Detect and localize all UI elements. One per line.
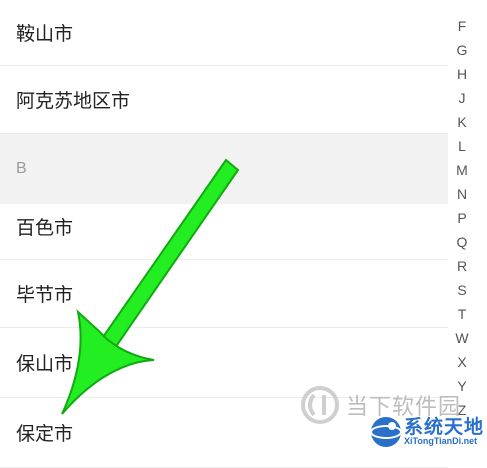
- index-letter[interactable]: G: [448, 42, 476, 58]
- index-letter[interactable]: K: [448, 114, 476, 130]
- index-letter[interactable]: N: [448, 186, 476, 202]
- city-label: 保定市: [16, 424, 74, 445]
- city-row-bijie[interactable]: 毕节市: [0, 260, 448, 328]
- index-letter[interactable]: J: [448, 90, 476, 106]
- index-letter[interactable]: P: [448, 210, 476, 226]
- city-row-akesu[interactable]: 阿克苏地区市: [0, 66, 448, 134]
- index-letter[interactable]: L: [448, 138, 476, 154]
- index-letter[interactable]: F: [448, 18, 476, 34]
- city-label: 毕节市: [16, 285, 74, 306]
- watermark-cn-text: 系统天地: [404, 417, 485, 438]
- index-letter[interactable]: R: [448, 258, 476, 274]
- city-row-baise[interactable]: 百色市: [0, 194, 448, 260]
- index-letter[interactable]: H: [448, 66, 476, 82]
- index-letter[interactable]: X: [448, 354, 476, 370]
- index-letter[interactable]: T: [448, 306, 476, 322]
- index-letter[interactable]: W: [448, 330, 476, 346]
- index-letter[interactable]: Q: [448, 234, 476, 250]
- index-letter[interactable]: M: [448, 162, 476, 178]
- city-label: 百色市: [16, 218, 74, 239]
- index-letter[interactable]: S: [448, 282, 476, 298]
- section-letter: B: [16, 160, 27, 177]
- city-row-anshan[interactable]: 鞍山市: [0, 0, 448, 66]
- city-label: 保山市: [16, 354, 74, 375]
- watermark-xitongtiandi: 系统天地 XiTongTianDi.net: [368, 412, 486, 452]
- globe-logo-icon: [370, 417, 402, 447]
- city-label: 阿克苏地区市: [16, 91, 131, 112]
- city-label: 鞍山市: [16, 24, 74, 45]
- dangxia-logo-icon: [301, 386, 339, 424]
- watermark-en-text: XiTongTianDi.net: [404, 436, 478, 446]
